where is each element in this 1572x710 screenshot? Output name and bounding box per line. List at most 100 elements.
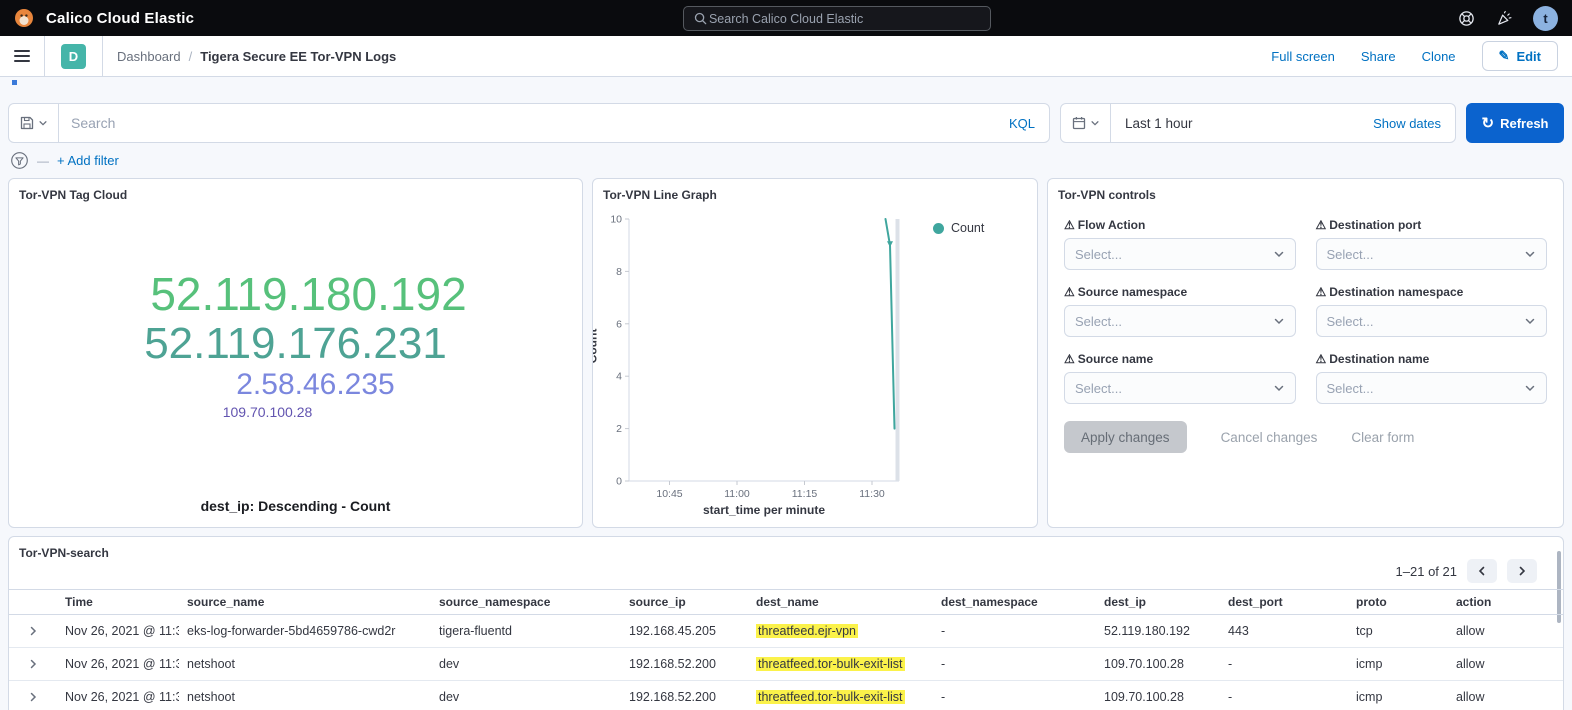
table-cell: threatfeed.ejr-vpn xyxy=(748,624,933,638)
table-row: Nov 26, 2021 @ 11:35:04.000netshootdev19… xyxy=(9,648,1563,681)
tag-cloud-caption: dest_ip: Descending - Count xyxy=(9,498,582,514)
tag-cloud-term[interactable]: 52.119.176.231 xyxy=(144,320,447,368)
clone-button[interactable]: Clone xyxy=(1422,49,1456,64)
source-namespace-field: ⚠Source namespace Select... xyxy=(1064,285,1296,337)
chevron-down-icon xyxy=(38,118,48,128)
field-label: ⚠Destination namespace xyxy=(1316,285,1548,299)
search-icon xyxy=(692,10,709,28)
table-cell: tcp xyxy=(1348,624,1448,638)
destination-namespace-select[interactable]: Select... xyxy=(1316,305,1548,337)
breadcrumb-separator: / xyxy=(189,49,193,64)
breadcrumb-dashboard[interactable]: Dashboard xyxy=(117,49,181,64)
destination-name-field: ⚠Destination name Select... xyxy=(1316,352,1548,404)
refresh-icon: ↻ xyxy=(1482,116,1495,131)
dashboard-badge[interactable]: D xyxy=(61,44,86,69)
table-cell: Nov 26, 2021 @ 11:35:04.000 xyxy=(57,657,179,671)
highlighted-value: threatfeed.tor-bulk-exit-list xyxy=(756,690,905,704)
previous-page-button[interactable] xyxy=(1467,559,1497,583)
flow-action-field: ⚠Flow Action Select... xyxy=(1064,218,1296,270)
expand-row-icon[interactable] xyxy=(9,691,57,703)
apply-changes-button[interactable]: Apply changes xyxy=(1064,421,1187,453)
menu-icon[interactable] xyxy=(0,36,44,76)
table-cell: allow xyxy=(1448,624,1563,638)
global-search[interactable] xyxy=(683,6,991,31)
top-app-bar: Calico Cloud Elastic t xyxy=(0,0,1572,36)
divider xyxy=(102,36,103,76)
next-page-button[interactable] xyxy=(1507,559,1537,583)
source-name-select[interactable]: Select... xyxy=(1064,372,1296,404)
panel-title: Tor-VPN controls xyxy=(1048,179,1563,206)
table-cell: 52.119.180.192 xyxy=(1096,624,1220,638)
field-label: ⚠Flow Action xyxy=(1064,218,1296,232)
line-chart[interactable]: 024681010:4511:0011:1511:30 xyxy=(601,213,921,513)
table-cell: - xyxy=(933,690,1096,704)
chevron-down-icon xyxy=(1524,315,1536,327)
table-cell: allow xyxy=(1448,657,1563,671)
saved-query-menu[interactable] xyxy=(9,104,59,142)
app-title: Calico Cloud Elastic xyxy=(46,10,194,27)
global-search-input[interactable] xyxy=(709,12,982,26)
add-filter-button[interactable]: + Add filter xyxy=(57,153,119,168)
calico-logo-icon xyxy=(14,8,34,28)
destination-port-select[interactable]: Select... xyxy=(1316,238,1548,270)
pencil-icon: ✎ xyxy=(1499,48,1510,64)
pagination-label: 1–21 of 21 xyxy=(1396,564,1457,579)
table-cell: - xyxy=(933,624,1096,638)
source-name-field: ⚠Source name Select... xyxy=(1064,352,1296,404)
share-button[interactable]: Share xyxy=(1361,49,1396,64)
table-cell: eks-log-forwarder-5bd4659786-cwd2r xyxy=(179,624,431,638)
chevron-down-icon xyxy=(1273,315,1285,327)
svg-text:11:00: 11:00 xyxy=(724,488,750,500)
table-row: Nov 26, 2021 @ 11:34:54.000netshootdev19… xyxy=(9,681,1563,710)
svg-text:8: 8 xyxy=(616,266,622,278)
tag-cloud-term[interactable]: 109.70.100.28 xyxy=(223,405,313,420)
table-header-row: Timesource_namesource_namespacesource_ip… xyxy=(9,589,1563,615)
date-picker[interactable]: Last 1 hour Show dates xyxy=(1060,103,1456,143)
expand-row-icon[interactable] xyxy=(9,625,57,637)
column-header: dest_port xyxy=(1220,595,1348,609)
panel-title: Tor-VPN Line Graph xyxy=(593,179,1037,206)
flow-action-select[interactable]: Select... xyxy=(1064,238,1296,270)
source-namespace-select[interactable]: Select... xyxy=(1064,305,1296,337)
table-cell: - xyxy=(1220,690,1348,704)
svg-text:6: 6 xyxy=(616,318,622,330)
show-dates-button[interactable]: Show dates xyxy=(1373,116,1455,131)
full-screen-button[interactable]: Full screen xyxy=(1271,49,1335,64)
tag-cloud-term[interactable]: 52.119.180.192 xyxy=(150,269,466,320)
newsfeed-icon[interactable] xyxy=(1495,9,1513,27)
chevron-down-icon xyxy=(1273,382,1285,394)
cancel-changes-button[interactable]: Cancel changes xyxy=(1221,430,1318,445)
destination-port-field: ⚠Destination port Select... xyxy=(1316,218,1548,270)
divider xyxy=(44,36,45,76)
destination-namespace-field: ⚠Destination namespace Select... xyxy=(1316,285,1548,337)
kql-search-box[interactable]: KQL xyxy=(8,103,1050,143)
count-line xyxy=(886,219,895,429)
tag-cloud-term[interactable]: 2.58.46.235 xyxy=(236,368,394,401)
filter-icon[interactable] xyxy=(10,151,29,170)
quick-select-menu[interactable] xyxy=(1061,104,1111,142)
field-label: ⚠Source name xyxy=(1064,352,1296,366)
kql-selector[interactable]: KQL xyxy=(995,116,1049,131)
table-cell: 109.70.100.28 xyxy=(1096,657,1220,671)
table-row: Nov 26, 2021 @ 11:35:04.000eks-log-forwa… xyxy=(9,615,1563,648)
panel-title: Tor-VPN Tag Cloud xyxy=(9,179,582,206)
chart-legend[interactable]: Count xyxy=(933,221,984,235)
warning-icon: ⚠ xyxy=(1064,352,1075,366)
refresh-button[interactable]: ↻ Refresh xyxy=(1466,103,1564,143)
table-cell: Nov 26, 2021 @ 11:34:54.000 xyxy=(57,690,179,704)
time-range-value[interactable]: Last 1 hour xyxy=(1111,116,1207,131)
column-header: proto xyxy=(1348,595,1448,609)
controls-panel: Tor-VPN controls ⚠Flow Action Select... … xyxy=(1047,178,1564,528)
column-header: Time xyxy=(57,595,179,609)
help-icon[interactable] xyxy=(1457,9,1475,27)
clear-form-button[interactable]: Clear form xyxy=(1351,430,1414,445)
expand-row-icon[interactable] xyxy=(9,658,57,670)
edit-button[interactable]: ✎ Edit xyxy=(1482,41,1558,71)
user-avatar[interactable]: t xyxy=(1533,6,1558,31)
search-input[interactable] xyxy=(59,115,995,131)
dashboard-toolbar: D Dashboard / Tigera Secure EE Tor-VPN L… xyxy=(0,36,1572,77)
table-cell: 192.168.45.205 xyxy=(621,624,748,638)
y-axis-title: Count xyxy=(592,329,599,364)
table-cell: 109.70.100.28 xyxy=(1096,690,1220,704)
destination-name-select[interactable]: Select... xyxy=(1316,372,1548,404)
